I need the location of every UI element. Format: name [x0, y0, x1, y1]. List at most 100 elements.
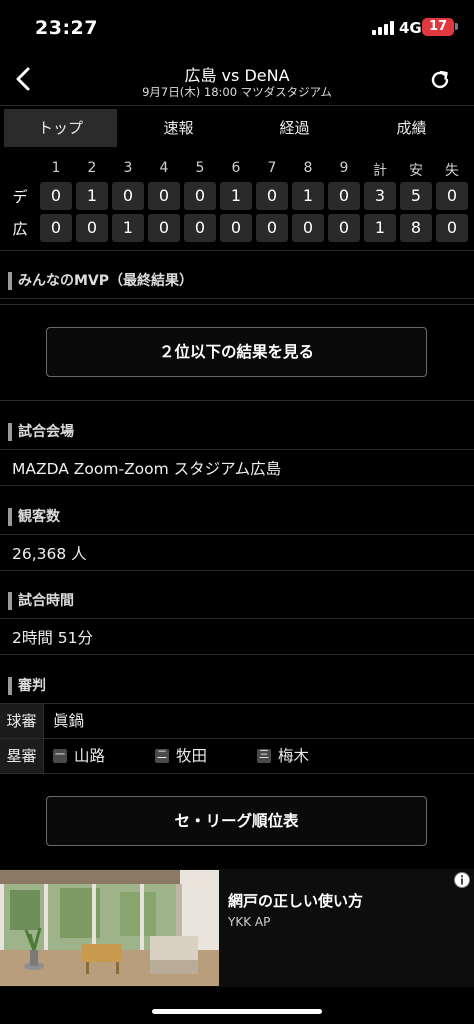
duration-section-heading: 試合時間 — [0, 584, 474, 618]
status-bar: 23:27 4G 17 — [0, 0, 474, 58]
divider — [0, 485, 474, 486]
base-umpire-row: 塁審 一 山路 二 牧田 三 梅木 — [0, 739, 474, 773]
first-base-umpire-name: 山路 — [74, 747, 106, 765]
ad-banner[interactable]: 網戸の正しい使い方 YKK AP — [0, 869, 474, 987]
team-name: デ — [12, 188, 28, 206]
home-indicator — [152, 1009, 322, 1014]
duration-heading: 試合時間 — [18, 593, 74, 609]
ad-image[interactable] — [0, 870, 219, 986]
divider — [0, 250, 474, 251]
tab-stats[interactable]: 成績 — [355, 109, 468, 147]
match-title: 広島 vs DeNA — [184, 66, 290, 85]
score-cell: 0 — [112, 182, 144, 210]
score-cell: 3 — [364, 182, 396, 210]
umpire-section-heading: 審判 — [0, 669, 474, 703]
base-umpire-label: 塁審 — [0, 739, 44, 773]
score-cell: 1 — [112, 214, 144, 242]
score-header-cell: 1 — [51, 160, 61, 176]
battery-tip — [455, 23, 458, 30]
score-header-cell: 5 — [195, 160, 205, 176]
info-icon[interactable] — [453, 871, 471, 889]
tab-progress[interactable]: 経過 — [238, 109, 351, 147]
standings-button[interactable]: セ・リーグ順位表 — [46, 796, 427, 846]
battery-icon: 17 — [422, 18, 454, 36]
score-cell: 0 — [184, 214, 216, 242]
section-marker — [8, 508, 12, 526]
score-header-cell: 9 — [339, 160, 349, 176]
score-cell: 1 — [292, 182, 324, 210]
divider — [0, 654, 474, 655]
score-cell: 0 — [292, 214, 324, 242]
scoreboard: 123456789計安失デ010001010350広001000000180 — [0, 155, 474, 245]
attendance-value: 26,368 人 — [12, 545, 87, 563]
score-header-cell: 4 — [159, 160, 169, 176]
score-cell: 0 — [328, 214, 360, 242]
score-cell: 1 — [364, 214, 396, 242]
score-header-cell: 2 — [87, 160, 97, 176]
umpire-heading: 審判 — [18, 678, 46, 694]
attendance-section-heading: 観客数 — [0, 500, 474, 534]
ad-sponsor: YKK AP — [228, 915, 271, 929]
second-base-umpire-name: 牧田 — [176, 747, 208, 765]
score-header-cell: 7 — [267, 160, 277, 176]
divider — [0, 534, 474, 535]
score-cell: 0 — [256, 182, 288, 210]
section-marker — [8, 423, 12, 441]
score-cell: 0 — [148, 182, 180, 210]
score-cell: 0 — [436, 182, 468, 210]
divider — [0, 304, 474, 305]
score-header-cell: 失 — [445, 163, 459, 179]
divider — [0, 400, 474, 401]
score-cell: 0 — [40, 182, 72, 210]
score-cell: 1 — [76, 182, 108, 210]
third-base-umpire-name: 梅木 — [278, 747, 310, 765]
divider — [0, 298, 474, 299]
score-cell: 0 — [76, 214, 108, 242]
section-marker — [8, 272, 12, 290]
venue-value: MAZDA Zoom-Zoom スタジアム広島 — [12, 460, 282, 478]
third-base-badge: 三 — [257, 749, 271, 763]
score-cell: 0 — [436, 214, 468, 242]
tab-top[interactable]: トップ — [4, 109, 117, 147]
section-marker — [8, 677, 12, 695]
plate-umpire-name: 眞鍋 — [53, 712, 85, 730]
signal-icon — [372, 21, 396, 35]
score-header-cell: 3 — [123, 160, 133, 176]
mvp-section-heading: みんなのMVP（最終結果） — [0, 264, 474, 298]
section-marker — [8, 592, 12, 610]
network-type: 4G — [399, 19, 422, 37]
match-subtitle: 9月7日(木) 18:00 マツダスタジアム — [142, 85, 332, 99]
plate-umpire-label: 球審 — [0, 704, 44, 738]
attendance-heading: 観客数 — [18, 509, 60, 525]
venue-heading: 試合会場 — [18, 424, 74, 440]
view-more-results-button[interactable]: ２位以下の結果を見る — [46, 327, 427, 377]
score-cell: 0 — [328, 182, 360, 210]
venue-section-heading: 試合会場 — [0, 415, 474, 449]
score-header-cell: 安 — [409, 163, 423, 179]
refresh-icon[interactable] — [428, 68, 452, 92]
divider — [0, 570, 474, 571]
score-header-cell: 計 — [373, 163, 387, 179]
tab-live[interactable]: 速報 — [122, 109, 235, 147]
tab-bar: トップ 速報 経過 成績 — [0, 107, 474, 149]
score-cell: 0 — [148, 214, 180, 242]
score-cell: 0 — [220, 214, 252, 242]
score-cell: 0 — [256, 214, 288, 242]
ad-title[interactable]: 網戸の正しい使い方 — [228, 890, 363, 911]
score-header-cell: 6 — [231, 160, 241, 176]
plate-umpire-row: 球審 眞鍋 — [0, 704, 474, 738]
second-base-badge: 二 — [155, 749, 169, 763]
score-cell: 1 — [220, 182, 252, 210]
team-name: 広 — [12, 220, 28, 238]
score-cell: 0 — [40, 214, 72, 242]
mvp-heading: みんなのMVP（最終結果） — [18, 273, 194, 289]
divider — [0, 773, 474, 774]
divider — [0, 618, 474, 619]
score-cell: 0 — [184, 182, 216, 210]
divider — [0, 449, 474, 450]
match-header: 広島 vs DeNA 9月7日(木) 18:00 マツダスタジアム — [0, 58, 474, 106]
score-header-cell: 8 — [303, 160, 313, 176]
first-base-badge: 一 — [53, 749, 67, 763]
score-cell: 5 — [400, 182, 432, 210]
score-cell: 8 — [400, 214, 432, 242]
